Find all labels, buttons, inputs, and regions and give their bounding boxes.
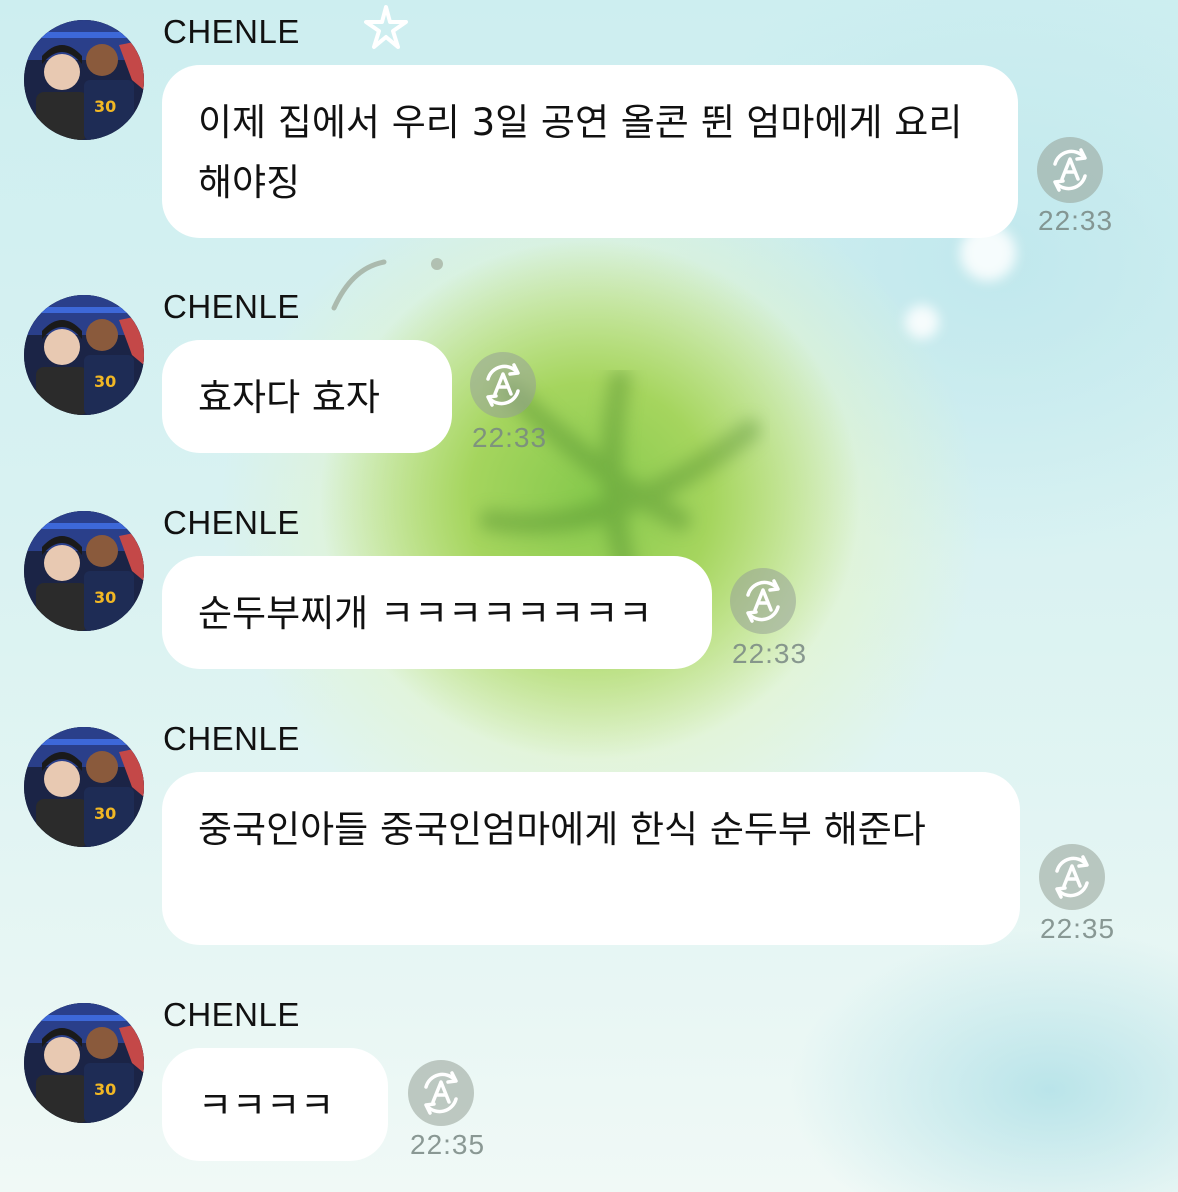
translate-button[interactable] xyxy=(408,1060,474,1126)
translate-button[interactable] xyxy=(470,352,536,418)
avatar[interactable]: 30 xyxy=(24,511,144,631)
svg-text:30: 30 xyxy=(94,588,116,607)
svg-text:30: 30 xyxy=(94,372,116,391)
sender-name: CHENLE xyxy=(163,720,300,757)
avatar[interactable]: 30 xyxy=(24,295,144,415)
message-time: 22:35 xyxy=(1040,913,1116,944)
svg-text:30: 30 xyxy=(94,97,116,116)
translate-button[interactable] xyxy=(730,568,796,634)
message-bubble[interactable]: ㅋㅋㅋㅋ xyxy=(162,1048,388,1161)
star-doodle-icon xyxy=(364,5,408,49)
message-bubble[interactable]: 이제 집에서 우리 3일 공연 올콘 뛴 엄마에게 요리 해야징 xyxy=(162,65,1018,238)
translate-a-icon xyxy=(1055,855,1089,899)
avatar[interactable]: 30 xyxy=(24,20,144,140)
message-time: 22:33 xyxy=(1038,205,1114,236)
translate-a-icon xyxy=(1053,148,1087,192)
background-sparkle xyxy=(905,305,939,339)
message-time: 22:35 xyxy=(410,1129,486,1160)
message-bubble[interactable]: 중국인아들 중국인엄마에게 한식 순두부 해준다 xyxy=(162,772,1020,945)
message-bubble[interactable]: 효자다 효자 xyxy=(162,340,452,453)
svg-text:30: 30 xyxy=(94,1080,116,1099)
translate-a-icon xyxy=(746,579,780,623)
message-time: 22:33 xyxy=(472,422,548,453)
avatar[interactable]: 30 xyxy=(24,727,144,847)
translate-a-icon xyxy=(424,1071,458,1115)
sender-name: CHENLE xyxy=(163,996,300,1033)
message-time: 22:33 xyxy=(732,638,808,669)
avatar[interactable]: 30 xyxy=(24,1003,144,1123)
background-doodle xyxy=(331,258,443,311)
translate-button[interactable] xyxy=(1039,844,1105,910)
sender-name: CHENLE xyxy=(163,288,300,325)
sender-name: CHENLE xyxy=(163,13,300,50)
svg-text:30: 30 xyxy=(94,804,116,823)
translate-a-icon xyxy=(486,363,520,407)
message-bubble[interactable]: 순두부찌개 ㅋㅋㅋㅋㅋㅋㅋㅋ xyxy=(162,556,712,669)
sender-name: CHENLE xyxy=(163,504,300,541)
translate-button[interactable] xyxy=(1037,137,1103,203)
